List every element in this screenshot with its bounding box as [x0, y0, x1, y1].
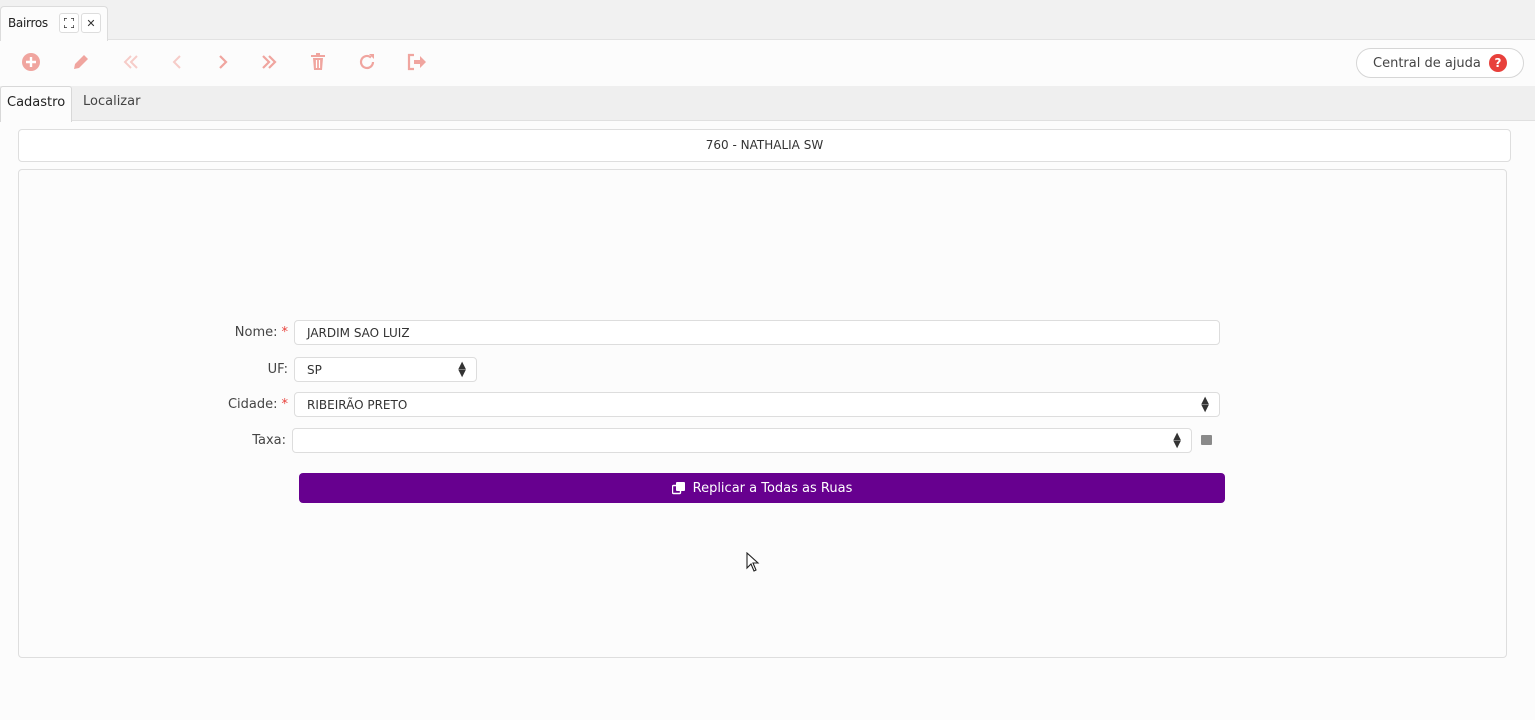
cidade-label: Cidade: — [227, 397, 278, 412]
required-marker: * — [281, 397, 289, 412]
form-tabs: Cadastro Localizar — [0, 86, 1535, 122]
replicate-label: Replicar a Todas as Ruas — [692, 480, 853, 496]
nome-value: JARDIM SAO LUIZ — [307, 326, 410, 340]
last-record-icon[interactable] — [256, 50, 282, 74]
window-tab-bar: Bairros ✕ — [0, 0, 1535, 41]
help-center-button[interactable]: Central de ajuda ? — [1356, 48, 1524, 78]
cidade-label-wrap: Cidade: * — [190, 397, 288, 412]
nome-input[interactable]: JARDIM SAO LUIZ — [294, 320, 1220, 345]
toolbar: Central de ajuda ? — [0, 41, 1535, 86]
refresh-icon[interactable] — [354, 50, 380, 74]
mouse-cursor-icon — [746, 552, 760, 572]
tab-localizar[interactable]: Localizar — [77, 86, 146, 121]
uf-label: UF: — [267, 362, 288, 377]
select-caret-icon: ▲ ▼ — [458, 360, 466, 379]
uf-value: SP — [307, 363, 322, 377]
taxa-label: Taxa: — [252, 433, 286, 448]
required-marker: * — [281, 325, 289, 340]
nome-label: Nome: — [234, 325, 278, 340]
taxa-select[interactable]: ▲ ▼ — [292, 428, 1192, 453]
calculator-icon[interactable] — [1201, 435, 1212, 445]
add-icon[interactable] — [18, 50, 44, 74]
select-caret-icon: ▲ ▼ — [1201, 395, 1209, 414]
window-tab-title: Bairros — [8, 16, 48, 30]
delete-icon[interactable] — [305, 50, 331, 74]
select-caret-icon: ▲ ▼ — [1173, 431, 1181, 450]
tab-cadastro[interactable]: Cadastro — [0, 86, 73, 122]
next-record-icon[interactable] — [210, 50, 236, 74]
cidade-value: RIBEIRÃO PRETO — [307, 398, 408, 412]
replicate-to-all-streets-button[interactable]: Replicar a Todas as Ruas — [299, 473, 1225, 503]
maximize-icon[interactable] — [59, 13, 79, 33]
previous-record-icon[interactable] — [164, 50, 190, 74]
nome-label-wrap: Nome: * — [210, 325, 288, 340]
question-icon: ? — [1489, 54, 1507, 72]
taxa-label-wrap: Taxa: — [210, 433, 286, 448]
close-icon[interactable]: ✕ — [81, 13, 101, 33]
exit-icon[interactable] — [404, 50, 430, 74]
uf-select[interactable]: SP ▲ ▼ — [294, 357, 477, 382]
record-header: 760 - NATHALIA SW — [18, 129, 1511, 162]
cidade-select[interactable]: RIBEIRÃO PRETO ▲ ▼ — [294, 392, 1220, 417]
copy-icon — [671, 481, 685, 494]
first-record-icon[interactable] — [118, 50, 144, 74]
help-center-label: Central de ajuda — [1373, 56, 1481, 71]
edit-icon[interactable] — [68, 50, 94, 74]
uf-label-wrap: UF: — [210, 362, 288, 377]
window-tab-bairros[interactable]: Bairros ✕ — [0, 6, 108, 41]
